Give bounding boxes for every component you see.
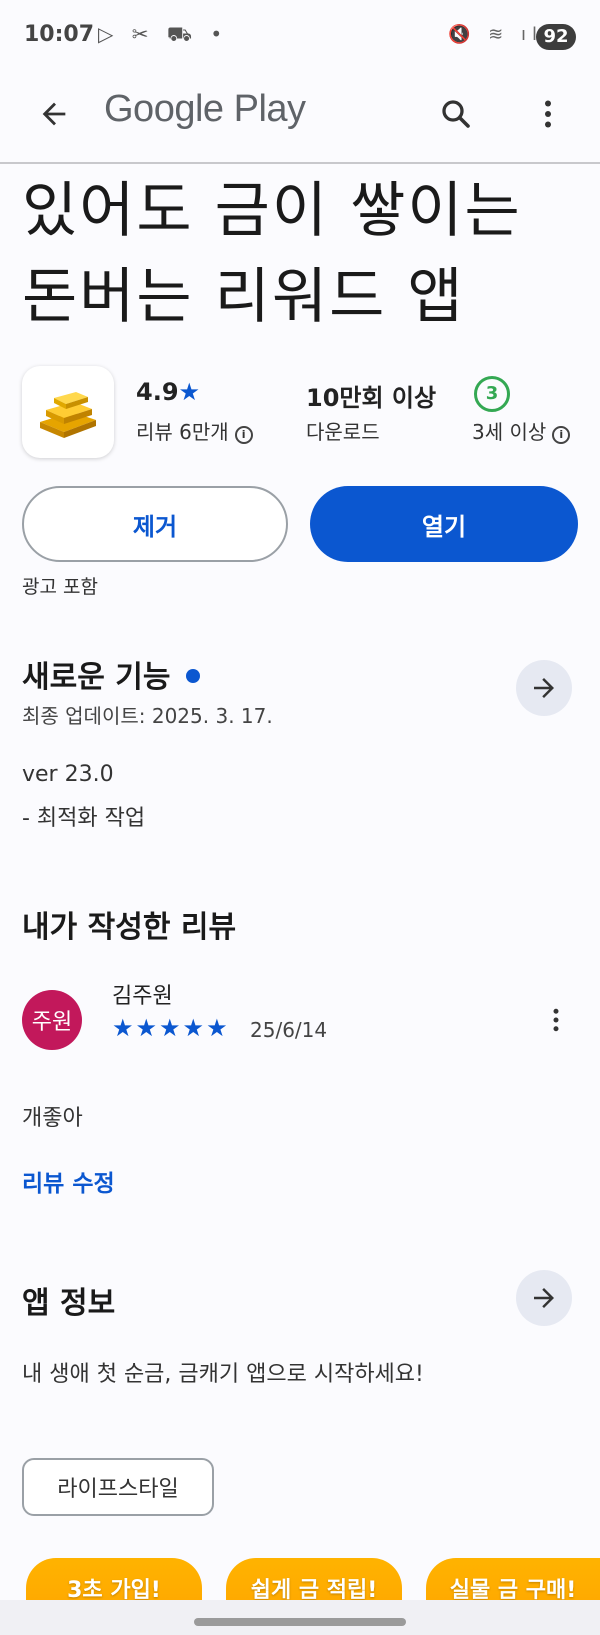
gold-bars-icon xyxy=(40,392,96,438)
battery-level: 92 xyxy=(536,24,576,50)
about-heading: 앱 정보 xyxy=(22,1286,116,1321)
category-chip[interactable]: 라이프스타일 xyxy=(22,1458,214,1516)
open-button[interactable]: 열기 xyxy=(310,486,578,562)
review-text: 개좋아 xyxy=(22,1106,83,1131)
rating-star-icon: ★ xyxy=(178,378,201,406)
notification-icons: ▷ ✂ ⛟ • xyxy=(98,22,229,46)
arrow-right-icon xyxy=(534,678,554,698)
app-title-line-1: 있어도 금이 쌓이는 xyxy=(22,176,522,246)
google-play-logo: Google Play xyxy=(104,88,306,130)
status-time: 10:07 xyxy=(24,22,95,47)
whats-new-arrow-button[interactable] xyxy=(516,660,572,716)
whats-new-heading: 새로운 기능 xyxy=(22,652,201,696)
reviews-count-label: 리뷰 6만개 xyxy=(136,420,229,444)
more-options-button[interactable] xyxy=(520,86,576,142)
review-stars: ★★★★★ xyxy=(112,1014,230,1042)
whats-new-title: 새로운 기능 xyxy=(22,660,171,695)
app-title-line-2: 돈버는 리워드 앱 xyxy=(22,262,465,332)
info-icon: i xyxy=(552,426,571,444)
review-options-button[interactable] xyxy=(540,1000,572,1040)
app-title: 있어도 금이 쌓이는 돈버는 리워드 앱 xyxy=(22,168,582,340)
age-rating[interactable]: 3세 이상 i xyxy=(472,416,571,445)
about-arrow-button[interactable] xyxy=(516,1270,572,1326)
app-description: 내 생애 첫 순금, 금캐기 앱으로 시작하세요! xyxy=(22,1362,424,1387)
review-date: 25/6/14 xyxy=(250,1018,328,1042)
reviews-count[interactable]: 리뷰 6만개 i xyxy=(136,416,253,445)
app-icon xyxy=(22,366,114,458)
home-gesture-handle[interactable] xyxy=(194,1618,406,1626)
age-rating-badge-icon: 3 xyxy=(474,376,510,412)
more-vert-icon xyxy=(545,100,551,128)
info-icon: i xyxy=(234,426,253,444)
release-notes: - 최적화 작업 xyxy=(22,806,146,831)
avatar: 주원 xyxy=(22,990,82,1050)
last-updated: 최종 업데이트: 2025. 3. 17. xyxy=(22,704,273,728)
rating-number: 4.9 xyxy=(136,378,179,406)
age-rating-label: 3세 이상 xyxy=(472,420,547,444)
more-vert-icon xyxy=(553,1008,559,1032)
version-text: ver 23.0 xyxy=(22,762,114,787)
uninstall-button[interactable]: 제거 xyxy=(22,486,288,562)
downloads-label: 다운로드 xyxy=(306,420,380,444)
contains-ads-note: 광고 포함 xyxy=(22,576,98,598)
new-indicator-dot-icon xyxy=(186,669,201,683)
search-button[interactable] xyxy=(428,86,484,142)
system-status-icons: 🔇 ≋ ıl xyxy=(448,24,543,45)
rating-value: 4.9★ xyxy=(136,378,200,406)
back-arrow-icon xyxy=(42,102,66,126)
arrow-right-icon xyxy=(534,1288,554,1308)
reviewer-name: 김주원 xyxy=(112,984,173,1009)
back-button[interactable] xyxy=(26,86,82,142)
edit-review-link[interactable]: 리뷰 수정 xyxy=(22,1164,115,1198)
my-review-heading: 내가 작성한 리뷰 xyxy=(22,910,237,945)
downloads-value: 10만회 이상 xyxy=(306,384,437,412)
search-icon xyxy=(442,100,470,128)
